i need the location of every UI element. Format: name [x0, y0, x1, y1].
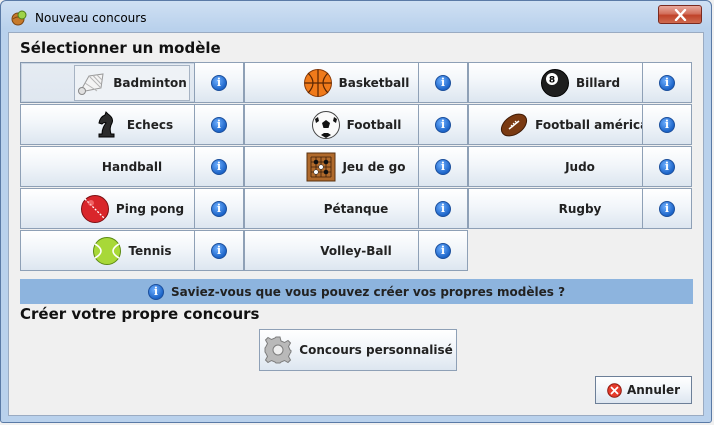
info-icon: i	[211, 116, 227, 133]
info-button-jeu-de-go[interactable]: i	[418, 146, 468, 187]
info-icon: i	[211, 200, 227, 217]
info-icon: i	[211, 74, 227, 91]
gear-icon	[263, 335, 293, 365]
trophy-ball-icon	[10, 9, 28, 27]
model-label: Echecs	[126, 117, 174, 132]
cancel-button[interactable]: Annuler	[595, 376, 692, 404]
tennis-ball-icon	[92, 236, 122, 266]
custom-competition-button[interactable]: Concours personnalisé	[259, 329, 457, 371]
model-label: Tennis	[128, 243, 172, 258]
info-icon: i	[211, 158, 227, 175]
dialog-window: Nouveau concours Sélectionner un modèle …	[0, 0, 712, 423]
basketball-icon	[303, 68, 333, 98]
model-label: Judo	[565, 159, 595, 174]
cancel-icon	[607, 382, 622, 398]
billiard-ball-icon: 8	[540, 68, 570, 98]
model-label: Pétanque	[323, 201, 389, 216]
custom-button-label: Concours personnalisé	[299, 343, 453, 357]
dialog-content: Sélectionner un modèle Badminton i Baske…	[8, 32, 704, 416]
info-icon: i	[659, 200, 675, 217]
model-label: Rugby	[558, 201, 602, 216]
info-icon: i	[435, 74, 451, 91]
info-icon: i	[435, 242, 451, 259]
model-label: Ping pong	[115, 201, 185, 216]
info-button-petanque[interactable]: i	[418, 188, 468, 229]
model-label: Volley-Ball	[320, 243, 392, 258]
info-button-judo[interactable]: i	[642, 146, 692, 187]
info-button-ping-pong[interactable]: i	[194, 188, 244, 229]
cricket-ball-icon	[80, 194, 110, 224]
model-label: Football	[346, 117, 402, 132]
info-button-tennis[interactable]: i	[194, 230, 244, 271]
info-button-rugby[interactable]: i	[642, 188, 692, 229]
info-icon: i	[147, 283, 164, 300]
model-label: Handball	[101, 159, 163, 174]
title-bar[interactable]: Nouveau concours	[1, 1, 711, 33]
info-button-volley-ball[interactable]: i	[418, 230, 468, 271]
tip-text: Saviez-vous que vous pouvez créer vos pr…	[170, 284, 566, 299]
info-icon: i	[659, 116, 675, 133]
soccer-ball-icon	[311, 110, 341, 140]
info-button-billard[interactable]: i	[642, 62, 692, 103]
cancel-label: Annuler	[626, 383, 681, 397]
custom-heading: Créer votre propre concours	[20, 305, 260, 323]
model-label: Billard	[575, 75, 621, 90]
models-heading: Sélectionner un modèle	[20, 39, 221, 57]
info-icon: i	[435, 200, 451, 217]
info-icon: i	[659, 74, 675, 91]
chess-knight-icon	[91, 110, 121, 140]
model-label: Jeu de go	[342, 159, 406, 174]
info-button-handball[interactable]: i	[194, 146, 244, 187]
info-button-football-americain[interactable]: i	[642, 104, 692, 145]
go-board-icon	[306, 152, 336, 182]
model-label: Badminton	[113, 75, 187, 90]
american-football-icon	[499, 110, 529, 140]
shuttlecock-icon	[77, 68, 107, 98]
info-button-football[interactable]: i	[418, 104, 468, 145]
info-icon: i	[659, 158, 675, 175]
svg-text:8: 8	[549, 75, 555, 85]
info-icon: i	[211, 242, 227, 259]
tip-banner[interactable]: i Saviez-vous que vous pouvez créer vos …	[20, 279, 693, 304]
info-icon: i	[435, 116, 451, 133]
badminton-focus: Badminton	[74, 64, 190, 101]
info-button-echecs[interactable]: i	[194, 104, 244, 145]
info-button-badminton[interactable]: i	[194, 62, 244, 103]
window-title: Nouveau concours	[35, 11, 147, 25]
info-icon: i	[435, 158, 451, 175]
model-label: Basketball	[338, 75, 410, 90]
close-button[interactable]	[658, 5, 702, 24]
info-button-basketball[interactable]: i	[418, 62, 468, 103]
